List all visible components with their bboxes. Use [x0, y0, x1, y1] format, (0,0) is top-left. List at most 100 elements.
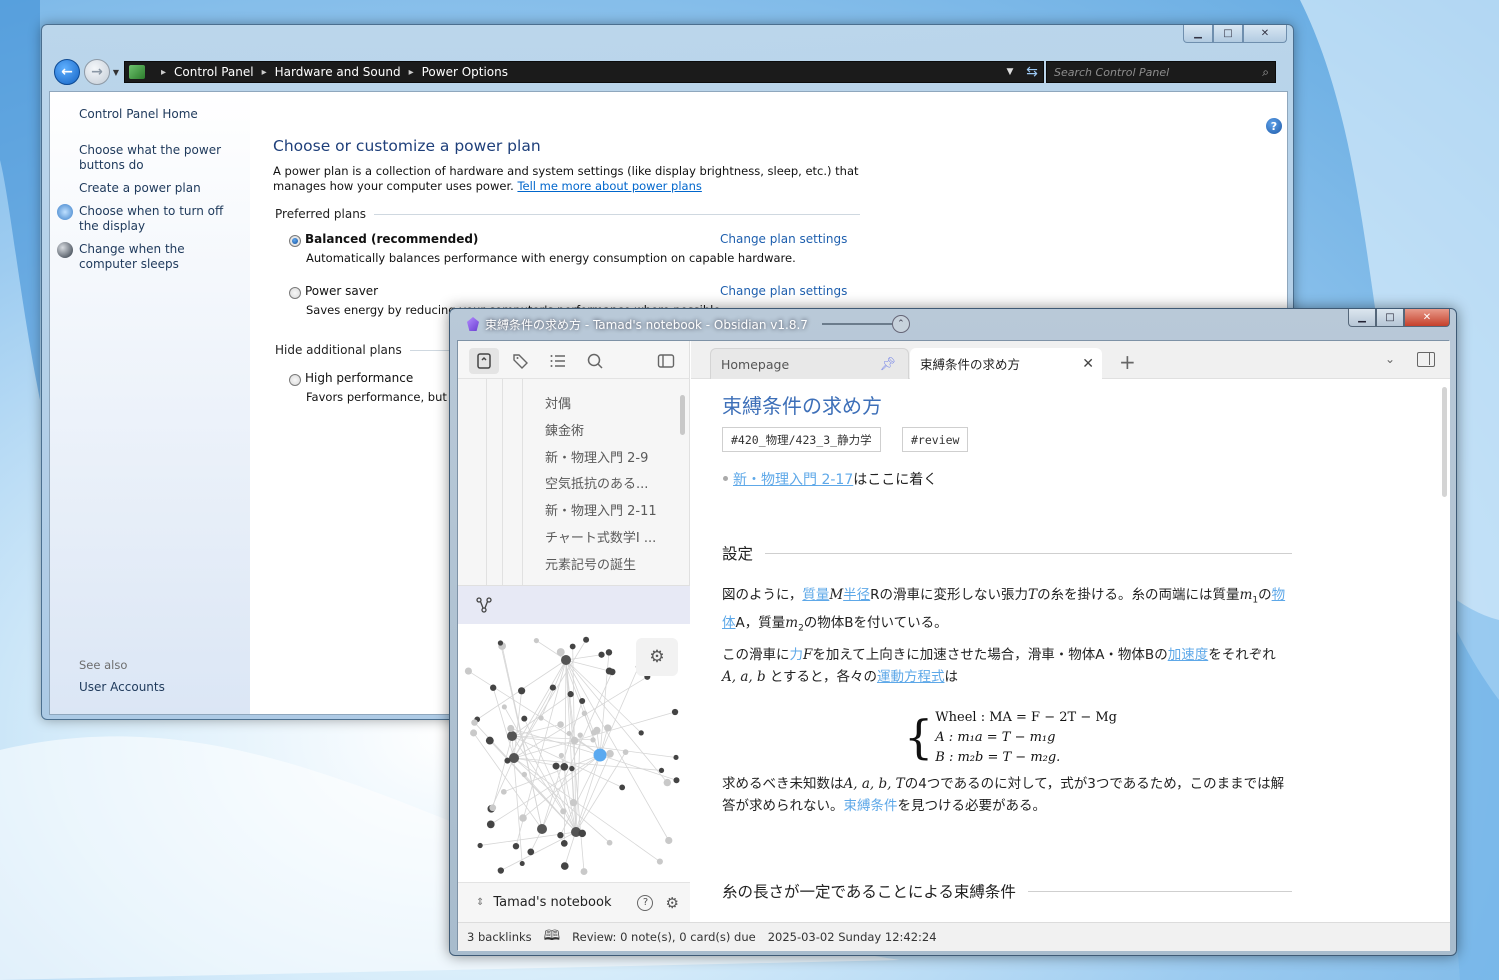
graph-node[interactable]: [673, 777, 680, 784]
graph-node[interactable]: [605, 649, 613, 656]
file-tree-item[interactable]: 元素記号の誕生: [545, 554, 636, 573]
graph-icon[interactable]: [476, 597, 492, 613]
sidebar-home-link[interactable]: Control Panel Home: [79, 107, 198, 122]
graph-current-node[interactable]: [593, 748, 607, 762]
link-force[interactable]: 力: [790, 647, 804, 663]
graph-node[interactable]: [556, 648, 565, 657]
graph-node[interactable]: [552, 762, 560, 770]
high-performance-plan-name[interactable]: High performance: [305, 371, 413, 385]
file-tree-scrollbar[interactable]: [680, 395, 685, 435]
power-saver-radio[interactable]: [289, 287, 301, 299]
note-editor[interactable]: 束縛条件の求め方 #420_物理/423_3_静力学 #review 新・物理入…: [691, 379, 1450, 922]
breadcrumb-power-options[interactable]: Power Options: [422, 65, 508, 79]
minimize-button[interactable]: ▁: [1183, 25, 1213, 43]
graph-node[interactable]: [570, 736, 579, 745]
graph-node[interactable]: [566, 731, 572, 737]
obsidian-maximize-button[interactable]: □: [1376, 309, 1404, 327]
help-icon[interactable]: ?: [637, 894, 654, 911]
link-acceleration[interactable]: 加速度: [1168, 647, 1209, 663]
graph-node[interactable]: [521, 715, 528, 722]
graph-node[interactable]: [605, 667, 613, 675]
forward-button[interactable]: →: [84, 59, 110, 85]
graph-node[interactable]: [606, 749, 614, 758]
graph-node[interactable]: [501, 704, 507, 710]
graph-node[interactable]: [518, 687, 526, 695]
backlinks-count[interactable]: 3 backlinks: [467, 930, 532, 944]
graph-node[interactable]: [537, 824, 547, 834]
tag-physics[interactable]: #420_物理/423_3_静力学: [722, 427, 881, 452]
graph-settings-icon[interactable]: ⚙: [636, 638, 678, 676]
graph-node[interactable]: [558, 752, 565, 759]
graph-node[interactable]: [665, 836, 673, 845]
file-tree-item[interactable]: チャート式数学I ...: [545, 527, 656, 546]
link-constraint-condition[interactable]: 束縛条件: [844, 798, 898, 814]
refresh-icon[interactable]: ⇆: [1021, 64, 1043, 80]
graph-node[interactable]: [567, 691, 574, 698]
obsidian-close-button[interactable]: ✕: [1404, 309, 1450, 327]
graph-node[interactable]: [578, 829, 587, 838]
link-mass[interactable]: 質量: [802, 587, 829, 603]
tab-homepage[interactable]: Homepage 📌︎: [710, 348, 909, 379]
file-tree-item[interactable]: 新・物理入門 2-11: [545, 500, 657, 519]
graph-node[interactable]: [507, 724, 515, 732]
graph-node[interactable]: [569, 643, 576, 650]
chevron-down-icon[interactable]: ⌄: [1385, 352, 1395, 366]
search-icon[interactable]: [580, 348, 610, 374]
obsidian-minimize-button[interactable]: ▁: [1348, 309, 1376, 327]
graph-node[interactable]: [619, 784, 626, 791]
power-saver-change-settings-link[interactable]: Change plan settings: [720, 284, 847, 298]
graph-node[interactable]: [561, 655, 571, 665]
graph-node[interactable]: [533, 638, 539, 644]
graph-node[interactable]: [507, 731, 517, 741]
file-tree-item[interactable]: 対偶: [545, 393, 571, 412]
hide-additional-plans-header[interactable]: Hide additional plans: [275, 343, 450, 357]
outline-icon[interactable]: [543, 348, 573, 374]
close-tab-icon[interactable]: ✕: [1082, 356, 1094, 372]
back-button[interactable]: ←: [54, 59, 80, 85]
pin-icon[interactable]: 📌︎: [879, 357, 896, 372]
help-icon[interactable]: ?: [1266, 118, 1282, 134]
graph-node[interactable]: [560, 862, 569, 870]
graph-node[interactable]: [671, 708, 679, 716]
tags-icon[interactable]: [506, 348, 536, 374]
graph-node[interactable]: [622, 749, 629, 755]
graph-node[interactable]: [673, 754, 679, 761]
graph-node[interactable]: [658, 767, 665, 774]
graph-node[interactable]: [557, 832, 564, 839]
graph-node[interactable]: [504, 757, 511, 764]
graph-node[interactable]: [519, 861, 525, 867]
new-tab-icon[interactable]: +: [1119, 350, 1136, 374]
graph-node[interactable]: [590, 737, 596, 743]
search-icon[interactable]: ⌕: [1262, 65, 1269, 80]
graph-node[interactable]: [527, 848, 535, 856]
graph-node[interactable]: [580, 868, 588, 876]
graph-node[interactable]: [464, 667, 472, 675]
graph-node[interactable]: [489, 804, 497, 812]
sidebar-create-plan-link[interactable]: Create a power plan: [79, 181, 201, 196]
breadcrumb-hardware-and-sound[interactable]: Hardware and Sound: [275, 65, 401, 79]
file-tree-item[interactable]: 新・物理入門 2-9: [545, 447, 648, 466]
search-input[interactable]: Search Control Panel ⌕: [1046, 61, 1276, 83]
learn-more-link[interactable]: Tell me more about power plans: [517, 179, 701, 193]
graph-node[interactable]: [521, 771, 528, 778]
graph-node[interactable]: [485, 736, 494, 745]
address-dropdown-icon[interactable]: ▼: [999, 67, 1021, 77]
file-explorer-icon[interactable]: [469, 348, 499, 374]
sidebar-sleep-link[interactable]: Change when the computer sleeps: [79, 242, 239, 272]
graph-node[interactable]: [509, 753, 519, 763]
file-tree-item[interactable]: 錬金術: [545, 420, 584, 439]
tag-review[interactable]: #review: [902, 427, 969, 452]
vault-switcher[interactable]: ⇕ Tamad's notebook ? ⚙: [458, 882, 690, 922]
graph-node[interactable]: [557, 721, 564, 728]
graph-node[interactable]: [497, 867, 504, 874]
recent-pages-dropdown[interactable]: ▼: [110, 68, 122, 77]
high-performance-radio[interactable]: [289, 374, 301, 386]
graph-node[interactable]: [477, 842, 483, 849]
balanced-plan-name[interactable]: Balanced (recommended): [305, 232, 478, 246]
graph-node[interactable]: [560, 839, 568, 847]
toggle-right-sidebar-icon[interactable]: [1417, 352, 1435, 367]
graph-node[interactable]: [581, 710, 588, 717]
file-tree-item[interactable]: 空気抵抗のある...: [545, 473, 648, 492]
graph-node[interactable]: [604, 724, 612, 732]
close-button[interactable]: ✕: [1243, 25, 1287, 43]
